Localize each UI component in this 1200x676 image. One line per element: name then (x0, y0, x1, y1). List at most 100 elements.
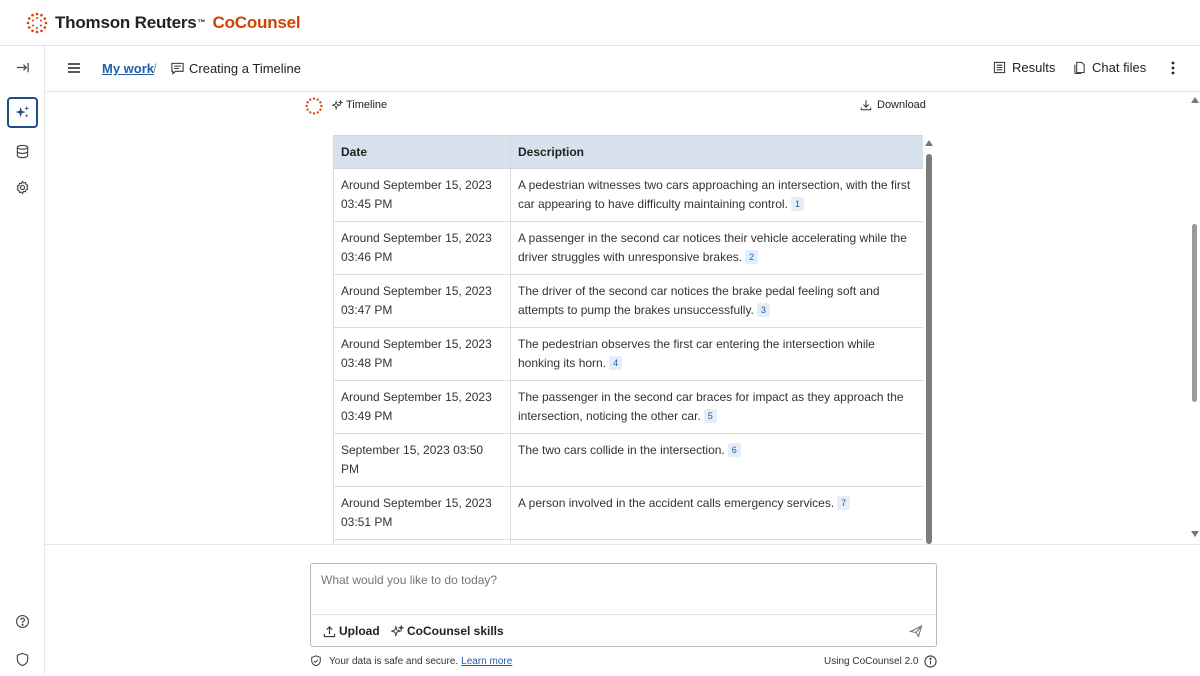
table-scrollbar[interactable] (925, 140, 933, 544)
page-header: My work / Creating a Timeline Results Ch… (45, 46, 1200, 92)
security-notice: Your data is safe and secure. Learn more (310, 655, 512, 667)
version-notice: Using CoCounsel 2.0 (824, 655, 937, 668)
breadcrumb-my-work-link[interactable]: My work (102, 61, 154, 76)
table-row: September 15, 2023 03:50 PM The two cars … (333, 433, 923, 487)
left-rail (0, 46, 45, 676)
description-text: The driver of the second car notices the… (518, 284, 880, 317)
timeline-table-container[interactable]: Date Description Around September 15, 20… (333, 135, 923, 544)
date-cell: Around September 15, 2023 03:45 PM (333, 168, 511, 222)
description-cell: The two cars collide in the intersection… (510, 433, 923, 487)
composer-divider (311, 614, 936, 615)
privacy-button[interactable] (7, 644, 38, 675)
gear-icon (16, 180, 29, 195)
citation-badge[interactable]: 2 (745, 250, 759, 264)
composer-area: Upload CoCounsel skills Your data is saf… (45, 544, 1200, 676)
help-button[interactable] (7, 606, 38, 637)
description-cell: The driver of the second car notices the… (510, 274, 923, 328)
expand-sidebar-button[interactable] (7, 52, 38, 83)
prompt-input[interactable] (321, 573, 921, 587)
database-nav-button[interactable] (7, 136, 38, 167)
page-title: Creating a Timeline (189, 61, 301, 76)
sparkle-icon (391, 624, 404, 637)
assistant-nav-button[interactable] (7, 97, 38, 128)
column-header-date: Date (333, 135, 511, 169)
brand-trademark: ™ (197, 18, 206, 27)
sparkle-icon (332, 99, 343, 110)
citation-badge[interactable]: 5 (703, 409, 717, 423)
expand-arrow-icon (16, 62, 29, 73)
skill-label-text: Timeline (346, 99, 388, 111)
page-scrollbar-thumb[interactable] (1192, 224, 1197, 402)
shield-check-icon (311, 655, 321, 667)
brand-company: Thomson Reuters (55, 12, 197, 32)
chat-thread[interactable]: Timeline Download Date Description Aroun… (45, 92, 1200, 544)
description-text: A person involved in the accident calls … (518, 496, 835, 510)
table-row: Around September 15, 2023 03:48 PM The pe… (333, 327, 923, 381)
files-icon (1074, 61, 1085, 74)
date-cell: Around September 15, 2023 03:49 PM (333, 380, 511, 434)
date-cell: Around September 15, 2023 03:48 PM (333, 327, 511, 381)
citation-badge[interactable]: 4 (609, 356, 623, 370)
description-cell: The passenger in the second car braces f… (510, 380, 923, 434)
description-cell: The pedestrian observes the first car en… (510, 327, 923, 381)
date-cell: September 15, 2023 03:50 PM (333, 433, 511, 487)
chat-files-button[interactable]: Chat files (1073, 60, 1146, 75)
thomson-reuters-logo[interactable] (26, 12, 48, 34)
sparkle-icon (15, 105, 30, 118)
version-text: Using CoCounsel 2.0 (824, 656, 919, 667)
download-label: Download (877, 99, 926, 111)
skill-label: Timeline (332, 99, 387, 111)
table-row: Around September 15, 2023 03:51 PM A pers… (333, 486, 923, 540)
more-options-icon[interactable] (1169, 60, 1177, 76)
upload-icon (323, 625, 336, 637)
page-scrollbar[interactable] (1190, 92, 1200, 544)
table-scrollbar-thumb[interactable] (926, 154, 932, 544)
security-text: Your data is safe and secure. (329, 655, 459, 667)
help-icon (16, 615, 29, 628)
composer-box: Upload CoCounsel skills (310, 563, 937, 647)
brand-bar: Thomson Reuters ™ CoCounsel (0, 0, 1200, 46)
scroll-up-arrow-icon[interactable] (1191, 97, 1199, 103)
skills-label: CoCounsel skills (407, 624, 504, 638)
chat-bubble-icon (171, 62, 184, 75)
description-cell: A person involved in the accident calls … (510, 486, 923, 540)
results-button[interactable]: Results (993, 60, 1055, 75)
scroll-up-arrow-icon[interactable] (925, 140, 933, 146)
send-icon[interactable] (909, 624, 923, 638)
column-header-description: Description (510, 135, 923, 169)
shield-icon (16, 652, 29, 667)
citation-badge[interactable]: 7 (837, 496, 851, 510)
description-cell: A passenger in the second car notices th… (510, 221, 923, 275)
brand-product: CoCounsel (212, 12, 301, 32)
cocounsel-skills-button[interactable]: CoCounsel skills (391, 624, 504, 638)
table-row: Around September 15, 2023 03:45 PM A pede… (333, 168, 923, 222)
scroll-down-arrow-icon[interactable] (1191, 531, 1199, 537)
citation-badge[interactable]: 1 (790, 197, 804, 211)
database-icon (16, 144, 29, 159)
upload-label: Upload (339, 624, 380, 638)
description-cell: A pedestrian witnesses two cars approach… (510, 168, 923, 222)
info-icon[interactable] (923, 655, 937, 668)
hamburger-menu-icon[interactable] (67, 61, 81, 75)
timeline-table: Date Description Around September 15, 20… (333, 135, 923, 544)
learn-more-link[interactable]: Learn more (461, 656, 512, 667)
date-cell: Around September 15, 2023 03:51 PM (333, 486, 511, 540)
upload-button[interactable]: Upload (323, 624, 380, 638)
citation-badge[interactable]: 6 (727, 443, 741, 457)
date-cell: Around September 15, 2023 03:47 PM (333, 274, 511, 328)
description-text: A pedestrian witnesses two cars approach… (518, 178, 911, 211)
breadcrumb-separator: / (153, 61, 157, 76)
citation-badge[interactable]: 3 (756, 303, 770, 317)
description-text: The pedestrian observes the first car en… (518, 337, 875, 370)
list-icon (993, 61, 1006, 74)
settings-nav-button[interactable] (7, 172, 38, 203)
description-text: A passenger in the second car notices th… (518, 231, 907, 264)
description-text: The two cars collide in the intersection… (518, 443, 725, 457)
table-row: Around September 15, 2023 03:47 PM The dr… (333, 274, 923, 328)
table-row: Around September 15, 2023 03:49 PM The pa… (333, 380, 923, 434)
results-label: Results (1012, 60, 1056, 75)
chat-files-label: Chat files (1092, 60, 1147, 75)
download-button[interactable]: Download (860, 99, 926, 111)
date-cell: Around September 15, 2023 03:46 PM (333, 221, 511, 275)
table-header-row: Date Description (333, 135, 923, 169)
